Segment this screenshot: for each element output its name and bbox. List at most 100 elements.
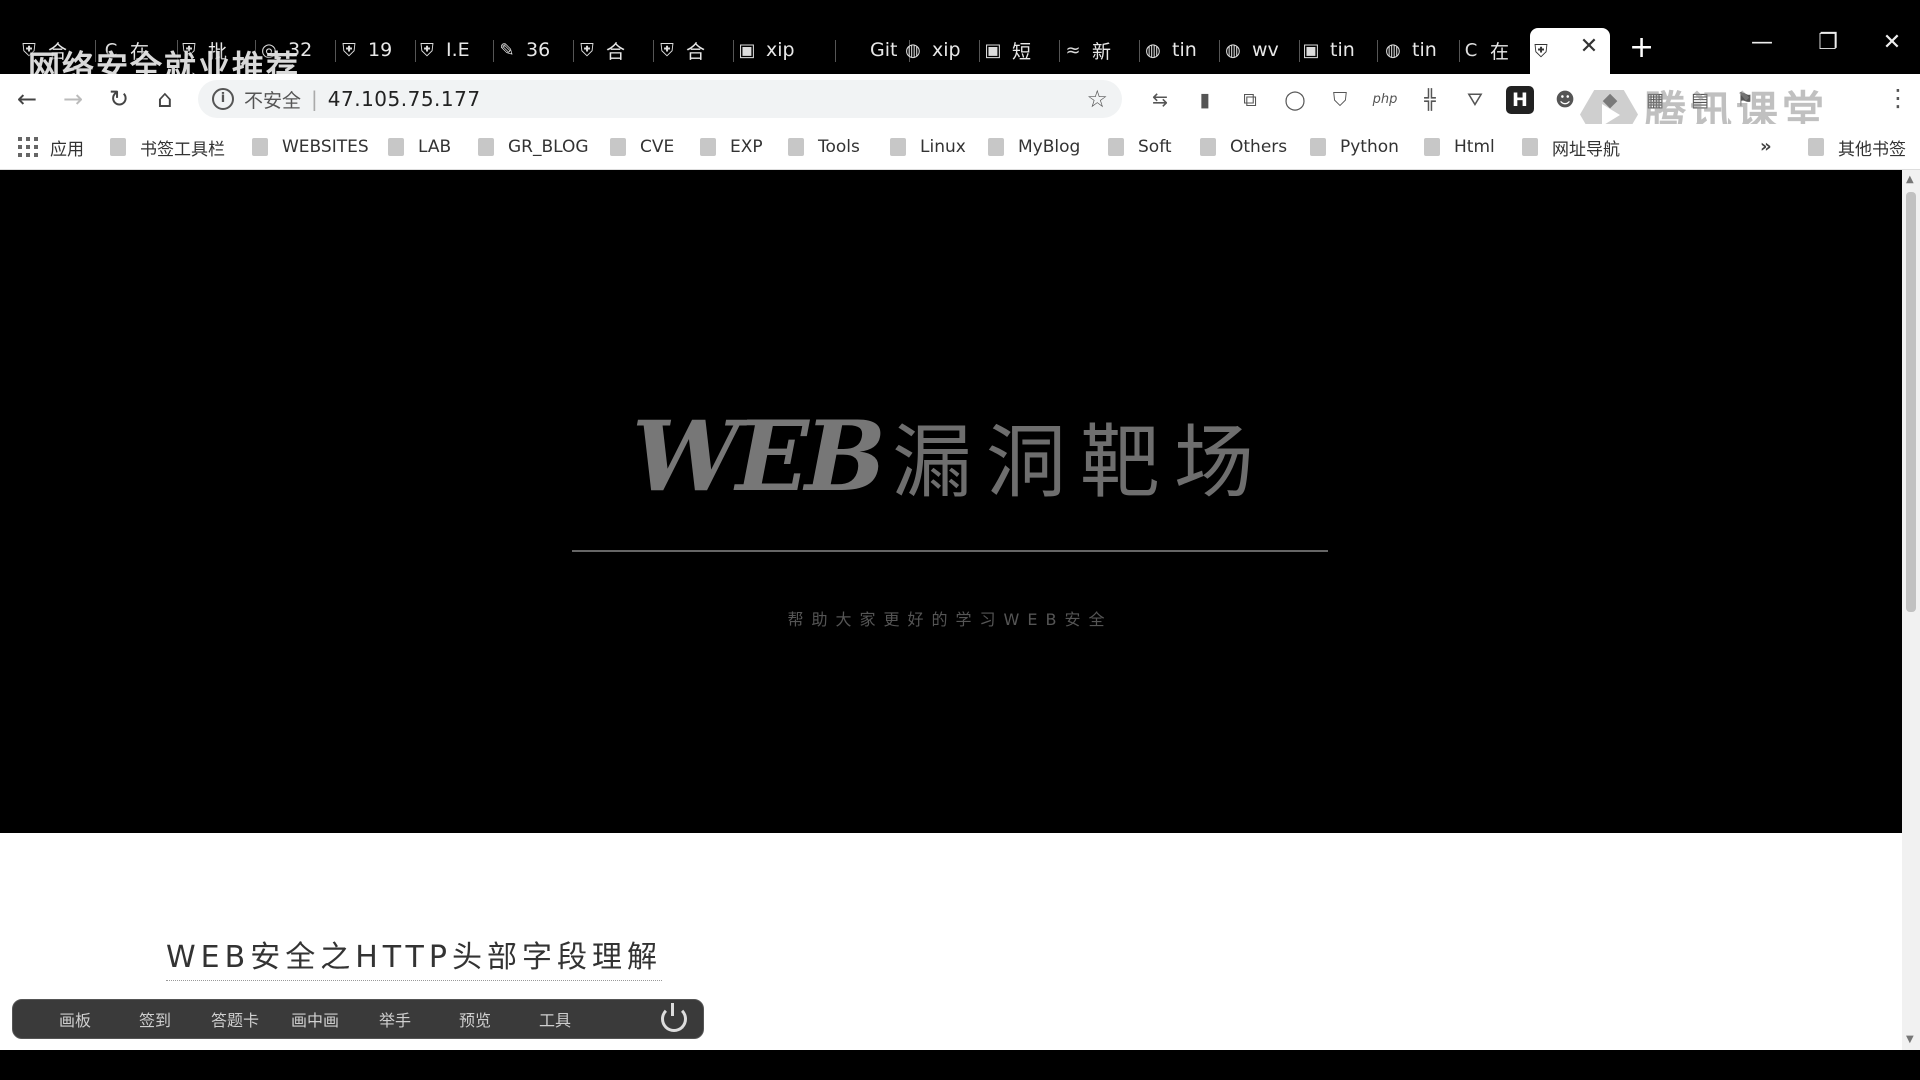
hero-banner: WEB 漏洞靶场 帮助大家更好的学习WEB安全 bbox=[0, 170, 1902, 833]
tab-separator bbox=[653, 40, 654, 62]
translate-ext-icon[interactable]: ⇆ bbox=[1146, 86, 1174, 114]
browser-tab[interactable]: ▣ xip bbox=[736, 30, 836, 70]
forward-button[interactable]: → bbox=[58, 84, 88, 114]
browser-tab[interactable]: C在 bbox=[100, 30, 178, 70]
address-bar[interactable]: i 不安全 | 47.105.75.177 ☆ bbox=[198, 80, 1122, 118]
tab-separator bbox=[1059, 40, 1060, 62]
reload-button[interactable]: ↻ bbox=[104, 84, 134, 114]
shield-icon: ⛨ bbox=[420, 39, 434, 61]
shield-ext-icon[interactable]: ⛉ bbox=[1326, 86, 1354, 114]
browser-tab[interactable]: ✎ 36 bbox=[496, 30, 574, 70]
bookmark-folder[interactable]: Linux bbox=[890, 133, 966, 161]
browser-tab[interactable]: ◍ wv bbox=[1222, 30, 1300, 70]
bookmark-folder[interactable]: 网址导航 bbox=[1522, 133, 1620, 161]
bookmark-folder[interactable]: Html bbox=[1424, 133, 1495, 161]
page-scrollbar[interactable]: ▲ ▼ bbox=[1902, 170, 1920, 1050]
home-button[interactable]: ⌂ bbox=[150, 84, 180, 114]
bookmark-folder[interactable]: CVE bbox=[610, 133, 674, 161]
scroll-thumb[interactable] bbox=[1906, 192, 1916, 612]
circle-ext-icon[interactable]: ◯ bbox=[1281, 86, 1309, 114]
bookmark-folder[interactable]: 书签工具栏 bbox=[110, 133, 225, 161]
folder-icon bbox=[1808, 138, 1824, 156]
browser-tab[interactable]: C在 bbox=[1460, 30, 1538, 70]
bookmark-folder[interactable]: GR_BLOG bbox=[478, 133, 589, 161]
article-title-link[interactable]: WEB安全之HTTP头部字段理解 bbox=[166, 932, 662, 981]
tab-separator bbox=[733, 40, 734, 62]
folder-icon bbox=[478, 138, 494, 156]
tab-title: 合 bbox=[606, 40, 626, 63]
bookmarks-bar: 应用 书签工具栏 WEBSITES LAB GR_BLOG CVE EXP Tools Lin… bbox=[0, 124, 1920, 170]
h-ext-icon[interactable]: H bbox=[1506, 86, 1534, 114]
bookmark-folder[interactable]: Soft bbox=[1108, 133, 1172, 161]
minimize-button[interactable]: — bbox=[1742, 30, 1782, 55]
insecure-label[interactable]: 不安全 bbox=[244, 86, 301, 113]
tab-close-icon[interactable]: ✕ bbox=[1578, 36, 1600, 58]
tab-title: 在 bbox=[130, 40, 150, 63]
browser-tab[interactable]: ⛨ I.E bbox=[416, 30, 494, 70]
browser-tab[interactable]: ◍ tin bbox=[1142, 30, 1220, 70]
browser-tab[interactable]: ◎ 32 bbox=[258, 30, 336, 70]
c-logo-icon: C bbox=[1464, 39, 1478, 61]
browser-tab[interactable]: ▣ tin bbox=[1300, 30, 1378, 70]
floatbar-item[interactable]: 签到 bbox=[115, 1007, 195, 1031]
browser-tab[interactable]: ⛨ 批 bbox=[178, 30, 256, 70]
bookmark-folder[interactable]: LAB bbox=[388, 133, 451, 161]
browser-tab[interactable]: ⛨ 合 bbox=[18, 30, 96, 70]
restore-button[interactable]: ❐ bbox=[1808, 30, 1848, 55]
bookmarks-more-chevron-icon[interactable]: » bbox=[1760, 136, 1772, 157]
hero-divider bbox=[572, 550, 1328, 552]
bookmark-label: 网址导航 bbox=[1552, 139, 1620, 160]
close-window-button[interactable]: ✕ bbox=[1872, 30, 1912, 55]
network-ext-icon[interactable]: ╬ bbox=[1416, 86, 1444, 114]
bookmark-star-icon[interactable]: ☆ bbox=[1086, 85, 1108, 113]
tab-strip: ⛨ 合 C 在 ⛨ 批 ◎ 32 ⛨ 19 ⛨ I.E ✎ 36 ⛨ 合 ⛨ 合 ▣ xip Git ◍ xip ▣ 短 ≈ 新 ◍ t… bbox=[0, 0, 1920, 86]
power-icon[interactable] bbox=[661, 1003, 687, 1032]
browser-tab[interactable]: ▣ 短 bbox=[982, 30, 1060, 70]
tab-separator bbox=[1219, 40, 1220, 62]
floatbar-item[interactable]: 答题卡 bbox=[195, 1007, 275, 1031]
tab-title: 短 bbox=[1012, 40, 1032, 63]
bookmark-folder[interactable]: EXP bbox=[700, 133, 763, 161]
scroll-down-arrow-icon[interactable]: ▼ bbox=[1906, 1034, 1914, 1045]
bookmark-other[interactable]: 其他书签 bbox=[1808, 133, 1906, 161]
bookmark-folder[interactable]: Others bbox=[1200, 133, 1287, 161]
folder-icon bbox=[1200, 138, 1216, 156]
globe-icon: ◍ bbox=[905, 39, 921, 61]
bookmark-label: Python bbox=[1340, 137, 1399, 157]
browser-tab[interactable]: ⛨ 合 bbox=[576, 30, 654, 70]
user-ext-icon[interactable]: ☻ bbox=[1551, 86, 1579, 114]
php-ext-icon[interactable]: php bbox=[1371, 86, 1399, 114]
floatbar-item[interactable]: 举手 bbox=[355, 1007, 435, 1031]
browser-tab[interactable]: ⛨ 合 bbox=[656, 30, 734, 70]
browser-tab[interactable]: ⛨ 19 bbox=[338, 30, 416, 70]
back-button[interactable]: ← bbox=[12, 84, 42, 114]
folder-icon bbox=[1522, 138, 1538, 156]
bookmark-ext-icon[interactable]: ▮ bbox=[1191, 86, 1219, 114]
tab-title: tin bbox=[1330, 39, 1355, 61]
bookmark-folder[interactable]: Python bbox=[1310, 133, 1399, 161]
apps-label: 应用 bbox=[50, 139, 84, 160]
menu-icon[interactable]: ⋮ bbox=[1886, 84, 1910, 112]
scroll-up-arrow-icon[interactable]: ▲ bbox=[1906, 174, 1914, 185]
bookmark-folder[interactable]: MyBlog bbox=[988, 133, 1080, 161]
bookmark-folder[interactable]: Tools bbox=[788, 133, 860, 161]
info-icon[interactable]: i bbox=[212, 88, 234, 110]
shield-icon: ⛨ bbox=[22, 39, 36, 61]
hero-title: WEB 漏洞靶场 bbox=[0, 398, 1900, 514]
tab-title: 19 bbox=[368, 39, 393, 61]
new-tab-button[interactable]: + bbox=[1629, 33, 1654, 63]
floatbar-item[interactable]: 预览 bbox=[435, 1007, 515, 1031]
browser-tab[interactable]: ◍ xip bbox=[902, 30, 980, 70]
floatbar-item[interactable]: 工具 bbox=[515, 1007, 595, 1031]
browser-tab[interactable]: Git bbox=[840, 30, 910, 70]
url-text[interactable]: 47.105.75.177 bbox=[328, 87, 481, 111]
filter-ext-icon[interactable]: ⛛ bbox=[1461, 86, 1489, 114]
floatbar-item[interactable]: 画中画 bbox=[275, 1007, 355, 1031]
bookmark-folder[interactable]: WEBSITES bbox=[252, 133, 369, 161]
folder-icon bbox=[988, 138, 1004, 156]
screen-ext-icon[interactable]: ⧉ bbox=[1236, 86, 1264, 114]
bookmark-apps[interactable]: 应用 bbox=[18, 133, 84, 161]
browser-tab[interactable]: ≈ 新 bbox=[1062, 30, 1140, 70]
floatbar-item[interactable]: 画板 bbox=[35, 1007, 115, 1031]
browser-tab[interactable]: ◍ tin bbox=[1382, 30, 1460, 70]
